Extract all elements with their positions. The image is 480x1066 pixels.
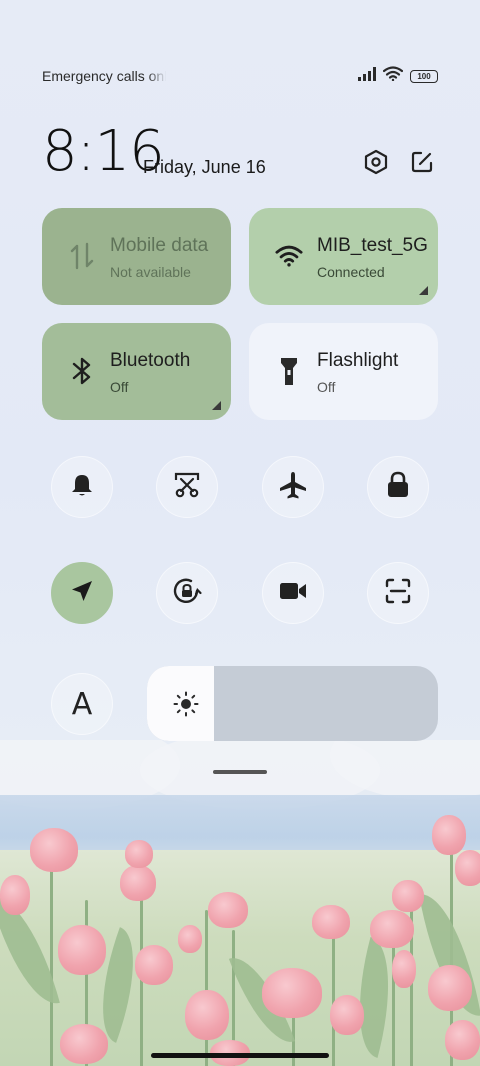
- bluetooth-title: Bluetooth: [110, 350, 191, 371]
- wifi-icon: [275, 242, 303, 270]
- brightness-slider[interactable]: [147, 666, 438, 741]
- wifi-expand-corner-icon[interactable]: [419, 286, 428, 295]
- font-size-icon: A: [71, 686, 93, 722]
- ring-mode-toggle[interactable]: [51, 456, 113, 518]
- settings-hexagon-icon: [363, 149, 389, 180]
- mobile-data-subtitle: Not available: [110, 264, 191, 280]
- font-size-button[interactable]: A: [51, 673, 113, 735]
- edit-button[interactable]: [406, 148, 438, 180]
- flashlight-icon: [275, 357, 303, 385]
- edit-icon: [410, 150, 434, 179]
- screenshot-toggle[interactable]: [156, 456, 218, 518]
- flashlight-status: Off: [317, 379, 336, 395]
- rotation-lock-icon: [171, 575, 203, 612]
- scan-icon: [384, 577, 412, 610]
- battery-icon: 100: [410, 69, 438, 83]
- flashlight-tile[interactable]: Flashlight Off: [249, 323, 438, 420]
- settings-button[interactable]: [360, 148, 392, 180]
- wifi-status: Connected: [317, 264, 385, 280]
- location-toggle[interactable]: [51, 562, 113, 624]
- signal-bars-icon: [358, 66, 376, 86]
- bluetooth-status: Off: [110, 379, 129, 395]
- screen-recorder-toggle[interactable]: [262, 562, 324, 624]
- location-arrow-icon: [69, 578, 95, 609]
- rotation-lock-toggle[interactable]: [156, 562, 218, 624]
- carrier-status-text: Emergency calls only: [42, 68, 166, 84]
- bluetooth-tile[interactable]: Bluetooth Off: [42, 323, 231, 420]
- flashlight-title: Flashlight: [317, 350, 399, 371]
- airplane-icon: [278, 470, 308, 505]
- video-camera-icon: [278, 580, 308, 607]
- home-indicator[interactable]: [151, 1053, 329, 1058]
- mobile-data-title: Mobile data: [110, 235, 209, 256]
- airplane-mode-toggle[interactable]: [262, 456, 324, 518]
- bluetooth-expand-corner-icon[interactable]: [212, 401, 221, 410]
- wifi-icon: [382, 66, 404, 86]
- mobile-data-icon: [68, 242, 96, 270]
- date-text: Friday, June 16: [143, 157, 266, 177]
- scissors-icon: [173, 471, 201, 504]
- bell-icon: [69, 472, 95, 503]
- mobile-data-tile[interactable]: Mobile data Not available: [42, 208, 231, 305]
- panel-drag-handle[interactable]: [213, 770, 267, 774]
- wifi-tile[interactable]: MIB_test_5G Connected: [249, 208, 438, 305]
- status-bar: Emergency calls only 100: [42, 66, 438, 86]
- lock-icon: [386, 471, 410, 504]
- sun-icon: [173, 691, 199, 717]
- wifi-network-name: MIB_test_5G: [317, 235, 428, 256]
- lock-screen-toggle[interactable]: [367, 456, 429, 518]
- scanner-toggle[interactable]: [367, 562, 429, 624]
- bluetooth-icon: [68, 357, 96, 385]
- wallpaper: [0, 740, 480, 1066]
